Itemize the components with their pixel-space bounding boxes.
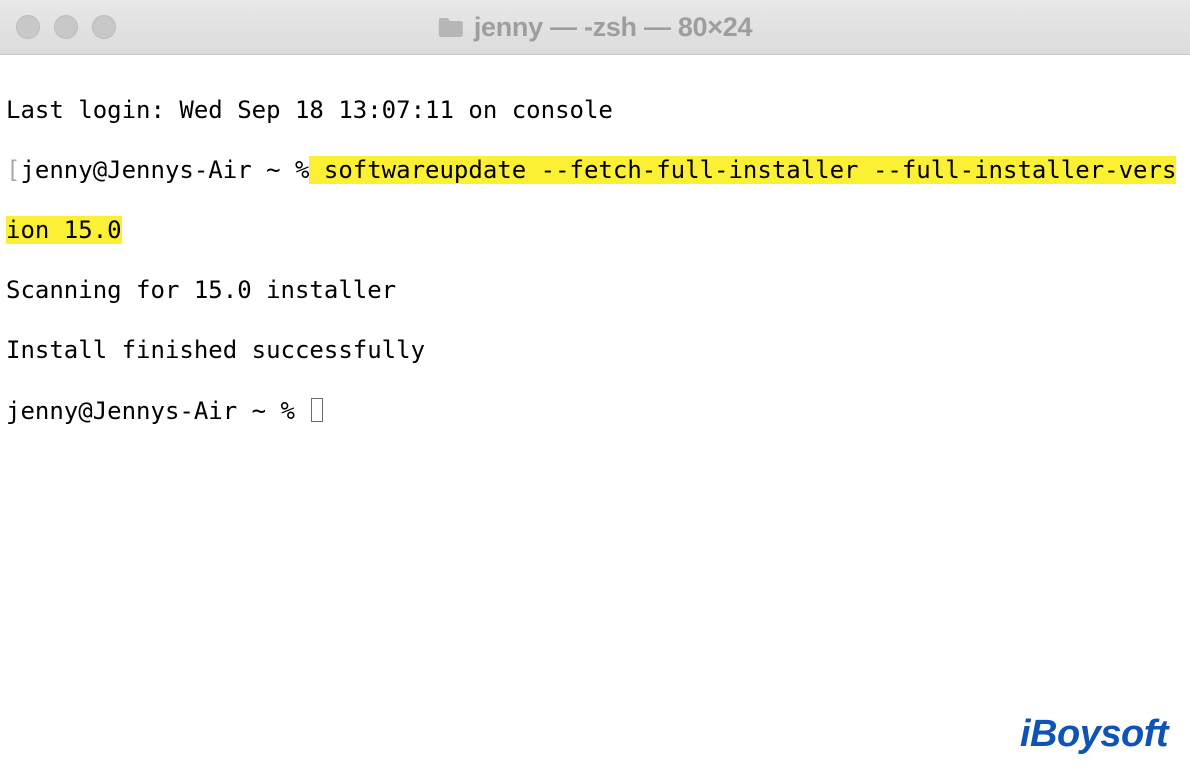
zoom-window-button[interactable]: [92, 15, 116, 39]
window-title-bar: jenny — -zsh — 80×24: [0, 0, 1190, 55]
window-title: jenny — -zsh — 80×24: [438, 12, 752, 43]
last-login-text: Last login: Wed Sep 18 13:07:11 on conso…: [6, 96, 613, 124]
close-window-button[interactable]: [16, 15, 40, 39]
terminal-output[interactable]: Last login: Wed Sep 18 13:07:11 on conso…: [0, 55, 1190, 466]
prompt-bracket: [: [6, 156, 20, 184]
traffic-lights: [16, 15, 116, 39]
minimize-window-button[interactable]: [54, 15, 78, 39]
watermark-text: iBoysoft: [1020, 713, 1168, 755]
highlighted-command-part1: softwareupdate --fetch-full-installer --…: [309, 156, 1176, 184]
shell-prompt: jenny@Jennys-Air ~ %: [20, 156, 309, 184]
highlighted-command-part2: ion 15.0: [6, 216, 122, 244]
watermark-logo: iBoysoft: [1020, 713, 1168, 756]
output-finished: Install finished successfully: [6, 336, 425, 364]
window-title-text: jenny — -zsh — 80×24: [474, 12, 752, 43]
output-scanning: Scanning for 15.0 installer: [6, 276, 396, 304]
terminal-cursor: [311, 398, 323, 422]
folder-icon: [438, 16, 464, 38]
shell-prompt-2: jenny@Jennys-Air ~ %: [6, 397, 309, 425]
